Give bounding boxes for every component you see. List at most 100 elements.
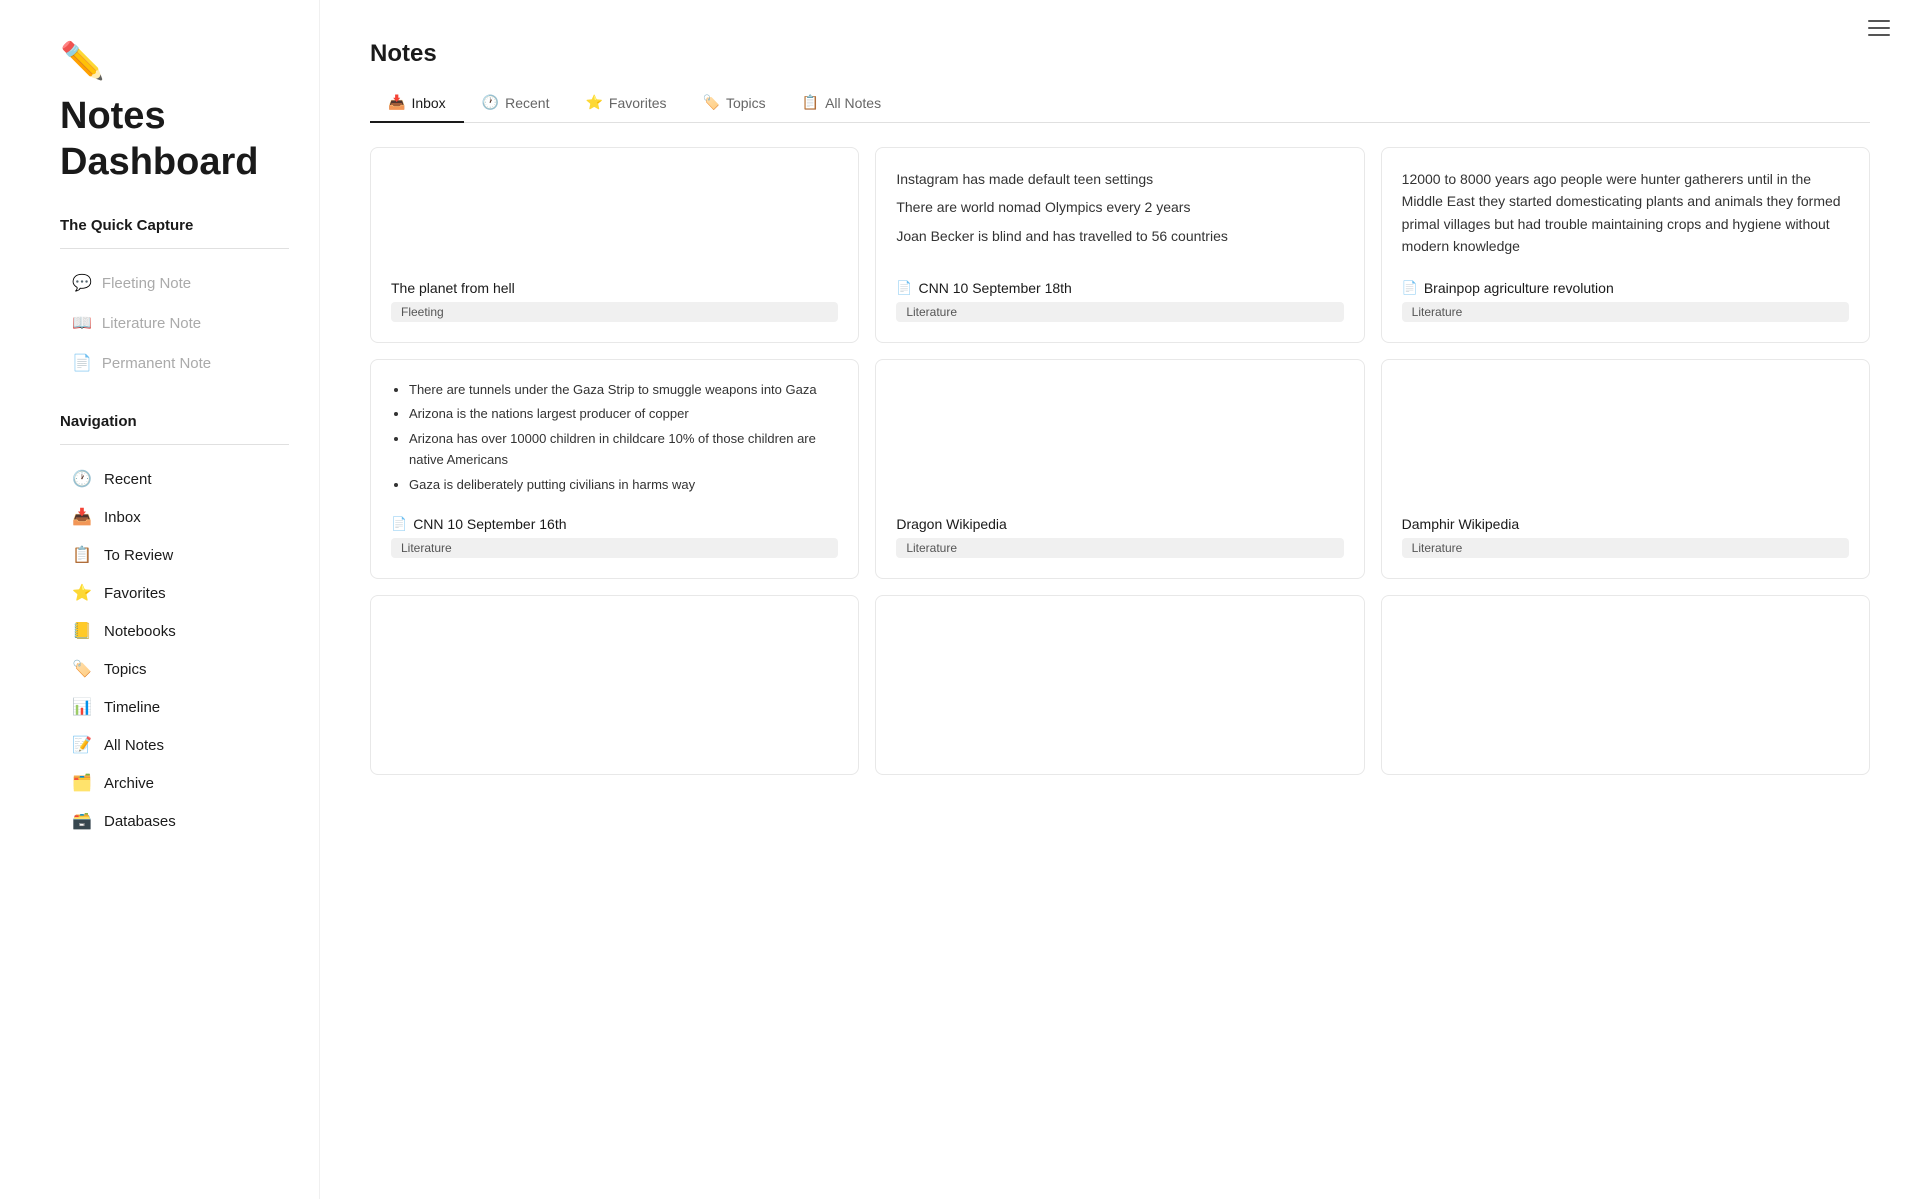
note-list-item: Gaza is deliberately putting civilians i… bbox=[409, 475, 838, 496]
note-body-line: Instagram has made default teen settings bbox=[896, 168, 1343, 190]
card-3-body: 12000 to 8000 years ago people were hunt… bbox=[1402, 168, 1849, 264]
tab-recent[interactable]: 🕐 Recent bbox=[464, 84, 568, 123]
card-1-title: The planet from hell bbox=[391, 280, 838, 296]
card-3-tag: Literature bbox=[1402, 302, 1849, 322]
quick-capture-divider bbox=[60, 248, 289, 249]
card-5-body bbox=[896, 380, 1343, 500]
note-card-card-1[interactable]: The planet from hell Fleeting bbox=[370, 147, 859, 343]
permanent-note-icon: 📄 bbox=[72, 353, 92, 373]
note-body-line: 12000 to 8000 years ago people were hunt… bbox=[1402, 168, 1849, 258]
tab-favorites[interactable]: ⭐ Favorites bbox=[567, 84, 684, 123]
card-2-tag: Literature bbox=[896, 302, 1343, 322]
topics-tab-icon: 🏷️ bbox=[703, 94, 720, 111]
inbox-tab-label: Inbox bbox=[411, 95, 445, 111]
note-card-card-5[interactable]: Dragon Wikipedia Literature bbox=[875, 359, 1364, 579]
all-notes-nav-label: All Notes bbox=[104, 737, 164, 754]
note-list-item: Arizona is the nations largest producer … bbox=[409, 404, 838, 425]
note-card-card-3[interactable]: 12000 to 8000 years ago people were hunt… bbox=[1381, 147, 1870, 343]
card-2-footer: 📄CNN 10 September 18th Literature bbox=[896, 280, 1343, 322]
favorites-nav-icon: ⭐ bbox=[72, 583, 92, 603]
card-4-tag: Literature bbox=[391, 538, 838, 558]
pencil-icon: ✏️ bbox=[60, 40, 289, 82]
recent-nav-label: Recent bbox=[104, 471, 152, 488]
topics-nav-icon: 🏷️ bbox=[72, 659, 92, 679]
databases-nav-icon: 🗃️ bbox=[72, 811, 92, 831]
quick-capture-fleeting-note[interactable]: 💬Fleeting Note bbox=[60, 265, 289, 301]
notes-grid: The planet from hell Fleeting Instagram … bbox=[370, 147, 1870, 775]
note-card-card-7[interactable] bbox=[370, 595, 859, 775]
tab-topics[interactable]: 🏷️ Topics bbox=[685, 84, 784, 123]
card-5-tag: Literature bbox=[896, 538, 1343, 558]
timeline-nav-label: Timeline bbox=[104, 699, 160, 716]
note-body-line: There are world nomad Olympics every 2 y… bbox=[896, 196, 1343, 218]
main-content: Notes 📥 Inbox 🕐 Recent ⭐ Favorites 🏷️ Topics 📋 Al… bbox=[320, 0, 1920, 1199]
quick-capture-permanent-note[interactable]: 📄Permanent Note bbox=[60, 345, 289, 381]
nav-item-favorites[interactable]: ⭐ Favorites bbox=[60, 575, 289, 611]
topics-tab-label: Topics bbox=[726, 95, 766, 111]
nav-item-inbox[interactable]: 📥Inbox bbox=[60, 499, 289, 535]
card-6-tag: Literature bbox=[1402, 538, 1849, 558]
card-3-title: 📄Brainpop agriculture revolution bbox=[1402, 280, 1849, 296]
card-1-tag: Fleeting bbox=[391, 302, 838, 322]
favorites-nav-label: Favorites bbox=[104, 585, 166, 602]
all-notes-tab-icon: 📋 bbox=[802, 94, 819, 111]
card-1-body bbox=[391, 168, 838, 264]
card-4-footer: 📄CNN 10 September 16th Literature bbox=[391, 516, 838, 558]
note-card-card-9[interactable] bbox=[1381, 595, 1870, 775]
quick-capture-list: 💬Fleeting Note 📖Literature Note 📄Permanent… bbox=[60, 265, 289, 381]
dashboard-title: Notes Dashboard bbox=[60, 94, 289, 185]
archive-nav-label: Archive bbox=[104, 775, 154, 792]
nav-item-timeline[interactable]: 📊 Timeline bbox=[60, 689, 289, 725]
hamburger-menu[interactable] bbox=[1868, 20, 1890, 36]
note-card-card-2[interactable]: Instagram has made default teen settings… bbox=[875, 147, 1364, 343]
hamburger-line-1 bbox=[1868, 20, 1890, 22]
card-7-body bbox=[391, 616, 838, 738]
sidebar: ✏️ Notes Dashboard The Quick Capture 💬Fl… bbox=[0, 0, 320, 1199]
fleeting-note-label: Fleeting Note bbox=[102, 275, 191, 292]
recent-tab-label: Recent bbox=[505, 95, 549, 111]
nav-item-to-review[interactable]: 📋To Review bbox=[60, 537, 289, 573]
nav-item-archive[interactable]: 🗂️ Archive bbox=[60, 765, 289, 801]
archive-nav-icon: 🗂️ bbox=[72, 773, 92, 793]
card-3-title-icon: 📄 bbox=[1402, 280, 1418, 296]
note-card-card-8[interactable] bbox=[875, 595, 1364, 775]
note-body-line: Joan Becker is blind and has travelled t… bbox=[896, 225, 1343, 247]
tab-inbox[interactable]: 📥 Inbox bbox=[370, 84, 464, 123]
recent-tab-icon: 🕐 bbox=[482, 94, 499, 111]
nav-item-topics[interactable]: 🏷️ Topics bbox=[60, 651, 289, 687]
favorites-tab-icon: ⭐ bbox=[585, 94, 602, 111]
nav-item-recent[interactable]: 🕐 Recent bbox=[60, 461, 289, 497]
card-3-footer: 📄Brainpop agriculture revolution Literat… bbox=[1402, 280, 1849, 322]
note-card-card-4[interactable]: There are tunnels under the Gaza Strip t… bbox=[370, 359, 859, 579]
favorites-tab-label: Favorites bbox=[609, 95, 667, 111]
card-6-body bbox=[1402, 380, 1849, 500]
navigation-section: Navigation 🕐Recent📥Inbox📋To Review⭐Favor… bbox=[60, 413, 289, 839]
card-4-title-icon: 📄 bbox=[391, 516, 407, 532]
note-list-item: Arizona has over 10000 children in child… bbox=[409, 429, 838, 471]
nav-item-databases[interactable]: 🗃️Databases bbox=[60, 803, 289, 839]
card-2-title-icon: 📄 bbox=[896, 280, 912, 296]
nav-item-all-notes[interactable]: 📝 All Notes bbox=[60, 727, 289, 763]
nav-item-notebooks[interactable]: 📒Notebooks bbox=[60, 613, 289, 649]
all-notes-tab-label: All Notes bbox=[825, 95, 881, 111]
card-4-body: There are tunnels under the Gaza Strip t… bbox=[391, 380, 838, 500]
hamburger-line-2 bbox=[1868, 27, 1890, 29]
note-body-list: There are tunnels under the Gaza Strip t… bbox=[391, 380, 838, 496]
notes-tabs: 📥 Inbox 🕐 Recent ⭐ Favorites 🏷️ Topics 📋 All Note… bbox=[370, 84, 1870, 123]
tab-all-notes[interactable]: 📋 All Notes bbox=[784, 84, 899, 123]
recent-nav-icon: 🕐 bbox=[72, 469, 92, 489]
all-notes-nav-icon: 📝 bbox=[72, 735, 92, 755]
to-review-nav-icon: 📋 bbox=[72, 545, 92, 565]
timeline-nav-icon: 📊 bbox=[72, 697, 92, 717]
notes-title: Notes bbox=[370, 40, 1870, 68]
card-5-title: Dragon Wikipedia bbox=[896, 516, 1343, 532]
literature-note-label: Literature Note bbox=[102, 315, 201, 332]
note-card-card-6[interactable]: Damphir Wikipedia Literature bbox=[1381, 359, 1870, 579]
inbox-tab-icon: 📥 bbox=[388, 94, 405, 111]
card-6-footer: Damphir Wikipedia Literature bbox=[1402, 516, 1849, 558]
card-2-title: 📄CNN 10 September 18th bbox=[896, 280, 1343, 296]
card-2-body: Instagram has made default teen settings… bbox=[896, 168, 1343, 264]
quick-capture-literature-note[interactable]: 📖Literature Note bbox=[60, 305, 289, 341]
topics-nav-label: Topics bbox=[104, 661, 147, 678]
card-4-title: 📄CNN 10 September 16th bbox=[391, 516, 838, 532]
